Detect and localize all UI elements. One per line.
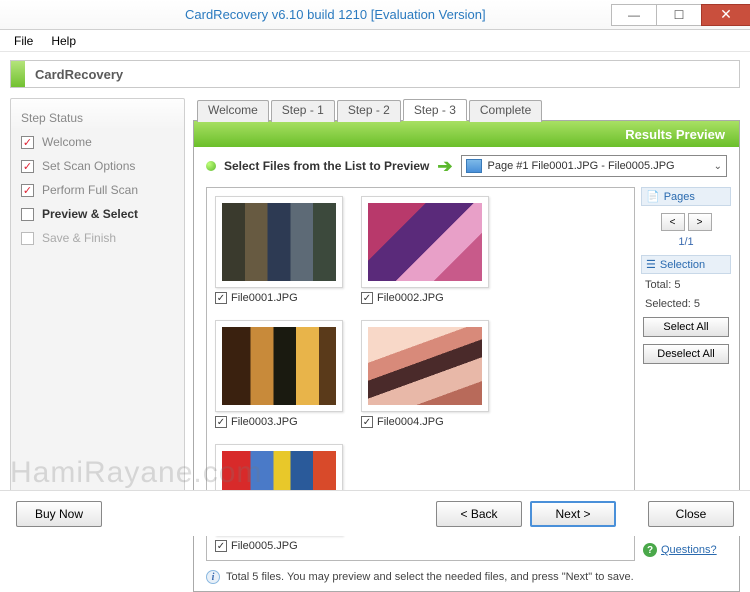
file-name: File0003.JPG	[231, 416, 298, 428]
checkbox-icon	[21, 208, 34, 221]
prev-page-button[interactable]: <	[661, 213, 685, 231]
step-label: Welcome	[42, 135, 92, 149]
select-all-button[interactable]: Select All	[643, 317, 729, 337]
questions-link[interactable]: Questions?	[661, 544, 717, 556]
close-window-button[interactable]: ✕	[701, 4, 750, 26]
tab-complete[interactable]: Complete	[469, 100, 542, 122]
picture-icon	[466, 159, 482, 173]
sidebar-heading: Step Status	[21, 111, 174, 125]
step-scan-options: ✓ Set Scan Options	[21, 159, 174, 173]
next-button[interactable]: Next >	[530, 501, 616, 527]
pages-header: 📄Pages	[641, 187, 731, 206]
step-label: Preview & Select	[42, 207, 138, 221]
tab-strip: Welcome Step - 1 Step - 2 Step - 3 Compl…	[193, 98, 740, 120]
maximize-icon: ☐	[674, 8, 685, 22]
file-name: File0004.JPG	[377, 416, 444, 428]
selection-header: ☰Selection	[641, 255, 731, 274]
app-banner: CardRecovery	[10, 60, 740, 88]
banner-accent	[11, 61, 25, 87]
menu-file[interactable]: File	[6, 32, 41, 50]
thumbnail-item[interactable]: ✓ File0003.JPG	[215, 320, 343, 428]
minimize-icon: —	[628, 8, 640, 22]
minimize-button[interactable]: —	[611, 4, 657, 26]
list-icon: ☰	[646, 258, 656, 271]
file-checkbox[interactable]: ✓	[361, 292, 373, 304]
banner-title: CardRecovery	[35, 67, 123, 82]
step-full-scan: ✓ Perform Full Scan	[21, 183, 174, 197]
info-icon: i	[206, 570, 220, 584]
selected-count: Selected: 5	[641, 296, 731, 312]
checkbox-icon	[21, 232, 34, 245]
tab-step-1[interactable]: Step - 1	[271, 100, 335, 122]
tab-welcome[interactable]: Welcome	[197, 100, 269, 122]
close-button[interactable]: Close	[648, 501, 734, 527]
step-label: Perform Full Scan	[42, 183, 138, 197]
status-bar: i Total 5 files. You may preview and sel…	[194, 565, 739, 591]
arrow-right-icon: ➔	[437, 156, 452, 177]
file-checkbox[interactable]: ✓	[215, 540, 227, 552]
tab-step-3[interactable]: Step - 3	[403, 99, 467, 121]
bottom-button-bar: Buy Now < Back Next > Close	[0, 490, 750, 536]
tab-step-2[interactable]: Step - 2	[337, 100, 401, 122]
file-checkbox[interactable]: ✓	[215, 416, 227, 428]
file-checkbox[interactable]: ✓	[361, 416, 373, 428]
thumbnail-item[interactable]: ✓ File0001.JPG	[215, 196, 343, 304]
instruction-label: Select Files from the List to Preview	[224, 159, 429, 173]
maximize-button[interactable]: ☐	[656, 4, 702, 26]
back-button[interactable]: < Back	[436, 501, 522, 527]
status-text: Total 5 files. You may preview and selec…	[226, 571, 634, 583]
help-icon: ?	[643, 543, 657, 557]
thumbnail-item[interactable]: ✓ File0004.JPG	[361, 320, 489, 428]
checkmark-icon: ✓	[21, 184, 34, 197]
thumbnail-image	[222, 203, 336, 281]
step-save-finish: Save & Finish	[21, 231, 174, 245]
checkmark-icon: ✓	[21, 136, 34, 149]
thumbnail-image	[368, 327, 482, 405]
menu-help[interactable]: Help	[43, 32, 84, 50]
page-indicator: 1/1	[641, 234, 731, 252]
buy-now-button[interactable]: Buy Now	[16, 501, 102, 527]
sidebar: Step Status ✓ Welcome ✓ Set Scan Options ✓…	[10, 98, 185, 493]
pages-icon: 📄	[646, 190, 660, 203]
thumbnail-item[interactable]: ✓ File0002.JPG	[361, 196, 489, 304]
bullet-icon	[206, 161, 216, 171]
total-count: Total: 5	[641, 277, 731, 293]
step-welcome: ✓ Welcome	[21, 135, 174, 149]
file-name: File0005.JPG	[231, 540, 298, 552]
panel-toolbar: Select Files from the List to Preview ➔ …	[194, 147, 739, 183]
file-checkbox[interactable]: ✓	[215, 292, 227, 304]
window-title: CardRecovery v6.10 build 1210 [Evaluatio…	[185, 7, 611, 22]
menubar: File Help	[0, 30, 750, 52]
page-selector-text: Page #1 File0001.JPG - File0005.JPG	[488, 160, 714, 172]
step-preview-select: Preview & Select	[21, 207, 174, 221]
chevron-down-icon: ⌄	[714, 161, 722, 172]
thumbnail-image	[222, 327, 336, 405]
close-icon: ✕	[720, 6, 732, 23]
page-selector-combo[interactable]: Page #1 File0001.JPG - File0005.JPG ⌄	[461, 155, 728, 177]
checkmark-icon: ✓	[21, 160, 34, 173]
step-label: Save & Finish	[42, 231, 116, 245]
file-name: File0002.JPG	[377, 292, 444, 304]
titlebar: CardRecovery v6.10 build 1210 [Evaluatio…	[0, 0, 750, 30]
thumbnail-image	[368, 203, 482, 281]
file-name: File0001.JPG	[231, 292, 298, 304]
step-label: Set Scan Options	[42, 159, 135, 173]
next-page-button[interactable]: >	[688, 213, 712, 231]
deselect-all-button[interactable]: Deselect All	[643, 344, 729, 364]
panel-header: Results Preview	[194, 121, 739, 147]
